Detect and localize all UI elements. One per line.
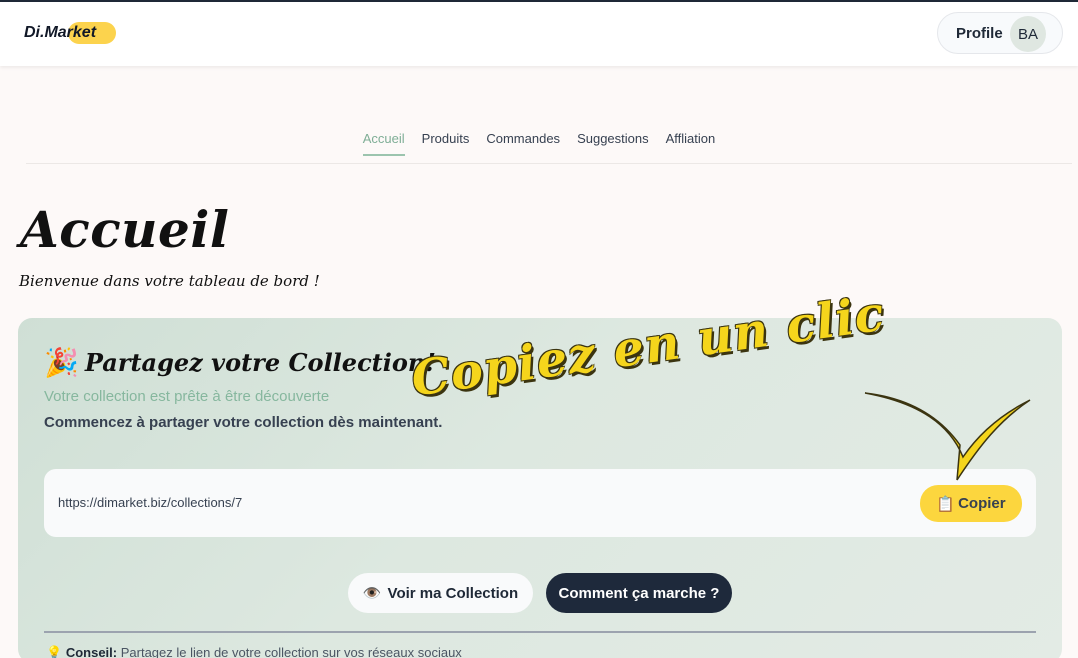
view-collection-label: Voir ma Collection [387,584,519,602]
tab-commandes[interactable]: Commandes [486,131,560,156]
tab-accueil[interactable]: Accueil [362,131,405,156]
collection-url[interactable]: https://dimarket.biz/collections/7 [58,495,242,510]
profile-button[interactable]: Profile BA [937,12,1063,54]
how-it-works-button[interactable]: Comment ça marche ? [546,573,732,613]
profile-label: Profile [956,24,1003,42]
card-title: 🎉 Partagez votre Collection! [44,346,436,379]
logo-text: Di.Market [24,24,97,41]
card-title-text: Partagez votre Collection! [84,348,436,377]
tip-text: Partagez le lien de votre collection sur… [120,645,462,658]
page-subtitle: Bienvenue dans votre tableau de bord ! [19,272,320,290]
page-title: Accueil [20,200,230,259]
share-collection-card: 🎉 Partagez votre Collection! Votre colle… [18,318,1062,658]
copy-button[interactable]: 📋 Copier [920,485,1022,522]
lightbulb-icon: 💡 [46,645,63,658]
checkmark-swoosh-icon [864,392,1031,481]
card-kicker: Votre collection est prête à être découv… [44,388,330,405]
nav-divider [26,163,1072,164]
copy-label: Copier [958,495,1006,512]
party-popper-icon: 🎉 [44,347,79,378]
main-nav: Accueil Produits Commandes Suggestions A… [0,131,1078,156]
tab-suggestions[interactable]: Suggestions [577,131,649,156]
view-collection-button[interactable]: 👁️ Voir ma Collection [348,573,533,613]
tab-affliation[interactable]: Affliation [666,131,716,156]
eye-icon: 👁️ [362,585,382,602]
card-divider [44,631,1036,633]
card-description: Commencez à partager votre collection dè… [44,414,443,431]
tip-row: 💡 Conseil: Partagez le lien de votre col… [46,645,462,658]
logo[interactable]: Di.Market [24,20,116,46]
clipboard-icon: 📋 [936,495,956,513]
tip-label: Conseil: [65,645,118,658]
app-header: Di.Market Profile BA [0,2,1078,66]
avatar: BA [1010,16,1046,52]
tab-produits[interactable]: Produits [422,131,470,156]
